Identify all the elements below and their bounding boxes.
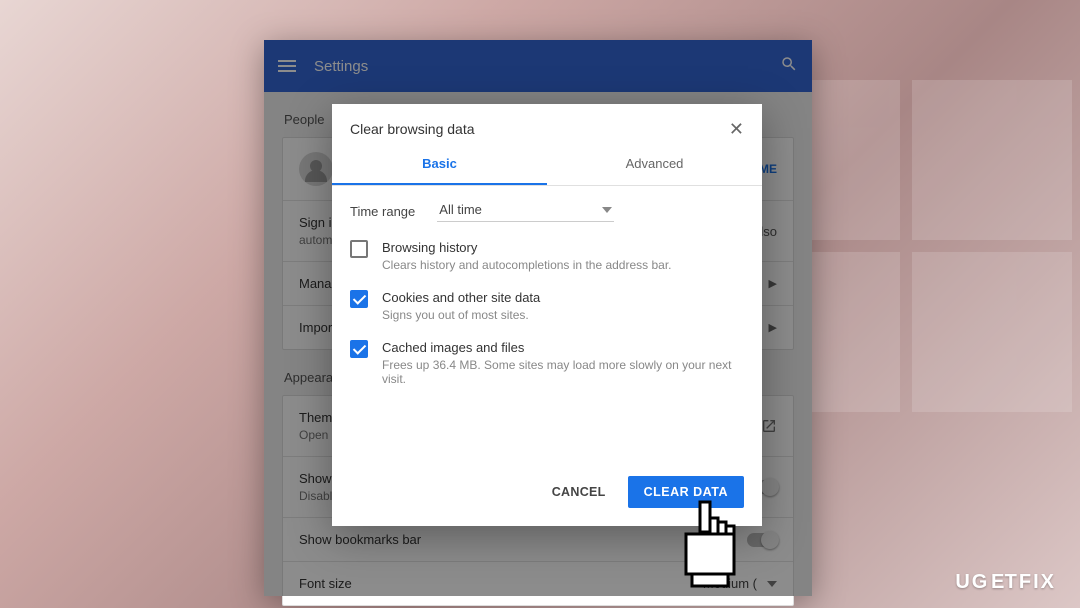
- option-desc: Clears history and autocompletions in th…: [382, 258, 672, 272]
- close-icon[interactable]: ✕: [729, 120, 744, 138]
- checkbox[interactable]: [350, 340, 368, 358]
- cancel-button[interactable]: CANCEL: [542, 477, 616, 507]
- checkbox[interactable]: [350, 240, 368, 258]
- option-desc: Signs you out of most sites.: [382, 308, 540, 322]
- time-range-label: Time range: [350, 204, 415, 219]
- option-cached[interactable]: Cached images and files Frees up 36.4 MB…: [350, 340, 744, 386]
- checkbox[interactable]: [350, 290, 368, 308]
- clear-browsing-data-dialog: Clear browsing data ✕ Basic Advanced Tim…: [332, 104, 762, 526]
- tab-advanced[interactable]: Advanced: [547, 146, 762, 185]
- dialog-tabs: Basic Advanced: [332, 146, 762, 185]
- option-cookies[interactable]: Cookies and other site data Signs you ou…: [350, 290, 744, 322]
- watermark: UGƎTFIX: [955, 571, 1056, 594]
- option-title: Browsing history: [382, 240, 672, 255]
- chevron-down-icon: [602, 207, 612, 213]
- time-range-select[interactable]: All time: [437, 200, 614, 222]
- option-browsing-history[interactable]: Browsing history Clears history and auto…: [350, 240, 744, 272]
- dialog-title: Clear browsing data: [350, 121, 475, 137]
- option-title: Cookies and other site data: [382, 290, 540, 305]
- option-desc: Frees up 36.4 MB. Some sites may load mo…: [382, 358, 744, 386]
- cursor-pointer-icon: [672, 500, 742, 595]
- tab-basic[interactable]: Basic: [332, 146, 547, 185]
- time-range-value: All time: [439, 202, 482, 217]
- option-title: Cached images and files: [382, 340, 744, 355]
